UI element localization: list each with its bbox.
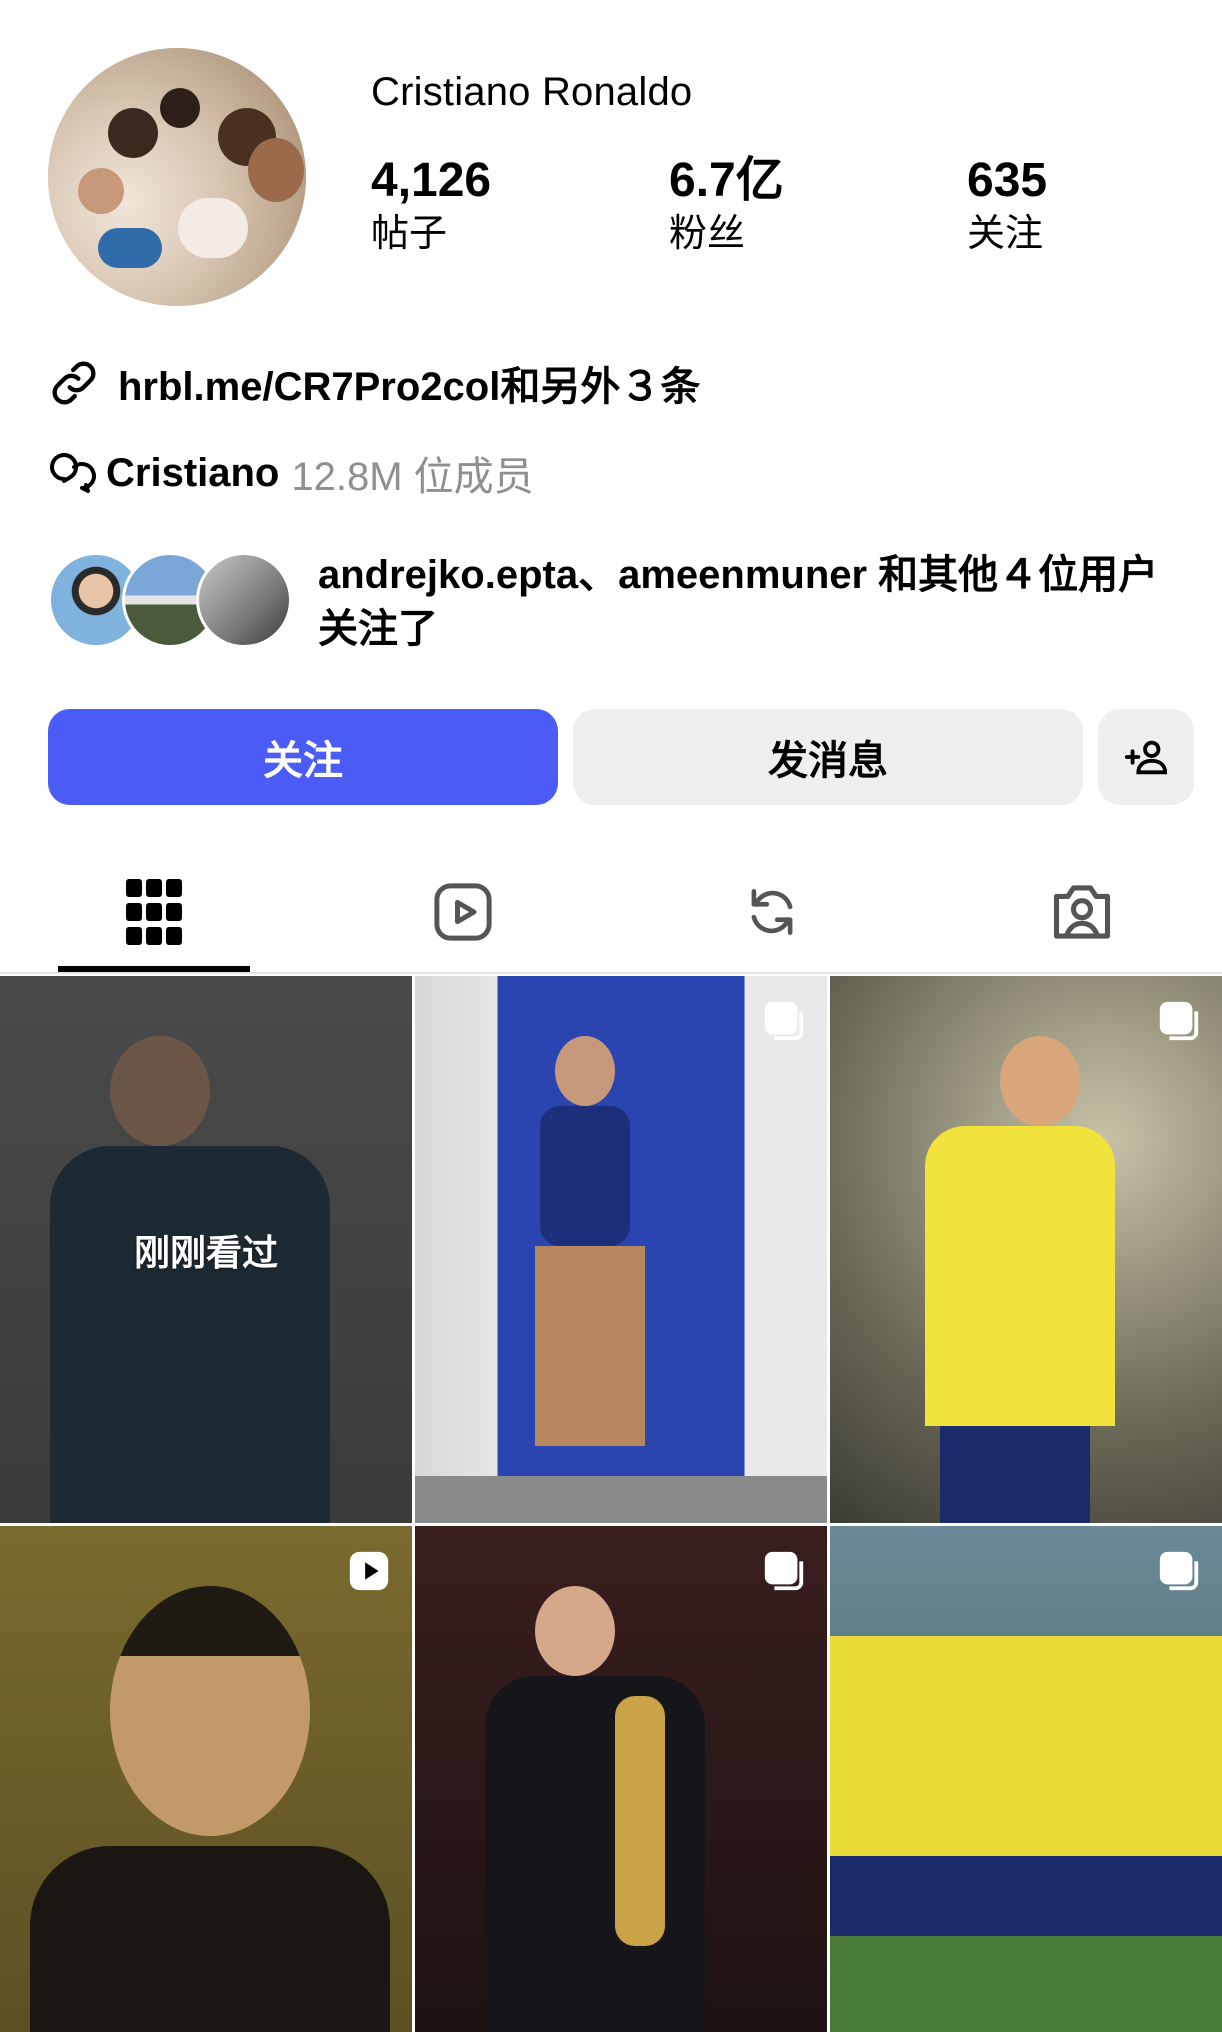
post-thumbnail[interactable]: 刚刚看过 bbox=[0, 976, 412, 1523]
add-person-icon bbox=[1124, 740, 1168, 775]
profile-avatar[interactable] bbox=[48, 48, 306, 306]
post-thumbnail[interactable] bbox=[830, 976, 1222, 1523]
stat-followers[interactable]: 6.7亿 粉丝 bbox=[669, 154, 784, 258]
broadcast-channel[interactable]: Cristiano 12.8M 位成员 bbox=[48, 444, 534, 502]
tagged-icon bbox=[1053, 885, 1111, 939]
post-thumbnail[interactable] bbox=[415, 976, 827, 1523]
profile-page: { "profile": { "name": "Cristiano Ronald… bbox=[0, 0, 1222, 2032]
link-icon bbox=[52, 361, 96, 405]
suggest-users-button[interactable] bbox=[1098, 709, 1194, 805]
stat-following-value: 635 bbox=[967, 154, 1048, 207]
reel-play-icon bbox=[349, 1551, 389, 1591]
carousel-icon bbox=[1159, 1001, 1199, 1041]
mutual-followers-avatars[interactable] bbox=[48, 552, 292, 648]
stat-followers-value: 6.7亿 bbox=[669, 154, 784, 207]
mutual-avatar bbox=[196, 552, 292, 648]
channel-icon bbox=[50, 453, 96, 493]
message-button[interactable]: 发消息 bbox=[573, 709, 1083, 805]
post-thumbnail[interactable] bbox=[830, 1526, 1222, 2032]
tab-posts-grid[interactable] bbox=[58, 850, 250, 974]
reposts-icon bbox=[751, 889, 793, 935]
profile-name: Cristiano Ronaldo bbox=[371, 70, 693, 114]
tab-reposts[interactable] bbox=[676, 850, 868, 974]
stat-posts-value: 4,126 bbox=[371, 154, 492, 207]
carousel-icon bbox=[764, 1001, 804, 1041]
follow-button[interactable]: 关注 bbox=[48, 709, 558, 805]
post-thumbnail[interactable] bbox=[0, 1526, 412, 2032]
tab-divider bbox=[0, 972, 1222, 974]
stat-following-label: 关注 bbox=[967, 213, 1044, 255]
carousel-icon bbox=[764, 1551, 804, 1591]
profile-tabs bbox=[0, 850, 1222, 974]
carousel-icon bbox=[1159, 1551, 1199, 1591]
post-thumbnail[interactable] bbox=[415, 1526, 827, 2032]
channel-members: 12.8M 位成员 bbox=[291, 455, 534, 499]
reels-icon bbox=[434, 883, 492, 941]
profile-link[interactable]: hrbl.me/CR7Pro2col和另外３条 bbox=[48, 354, 700, 412]
channel-name: Cristiano bbox=[106, 450, 280, 495]
tab-reels[interactable] bbox=[367, 850, 559, 974]
stat-followers-label: 粉丝 bbox=[669, 213, 746, 255]
recently-viewed-label: 刚刚看过 bbox=[133, 1232, 278, 1273]
stat-posts-label: 帖子 bbox=[371, 213, 448, 255]
profile-link-text: hrbl.me/CR7Pro2col和另外３条 bbox=[118, 365, 701, 409]
grid-icon bbox=[126, 879, 182, 945]
tab-tagged[interactable] bbox=[986, 850, 1178, 974]
stat-following[interactable]: 635 关注 bbox=[967, 154, 1047, 258]
mutual-followers-text[interactable]: andrejko.epta、ameenmuner 和其他４位用户关注了 bbox=[318, 548, 1188, 656]
stat-posts[interactable]: 4,126 帖子 bbox=[371, 154, 491, 258]
